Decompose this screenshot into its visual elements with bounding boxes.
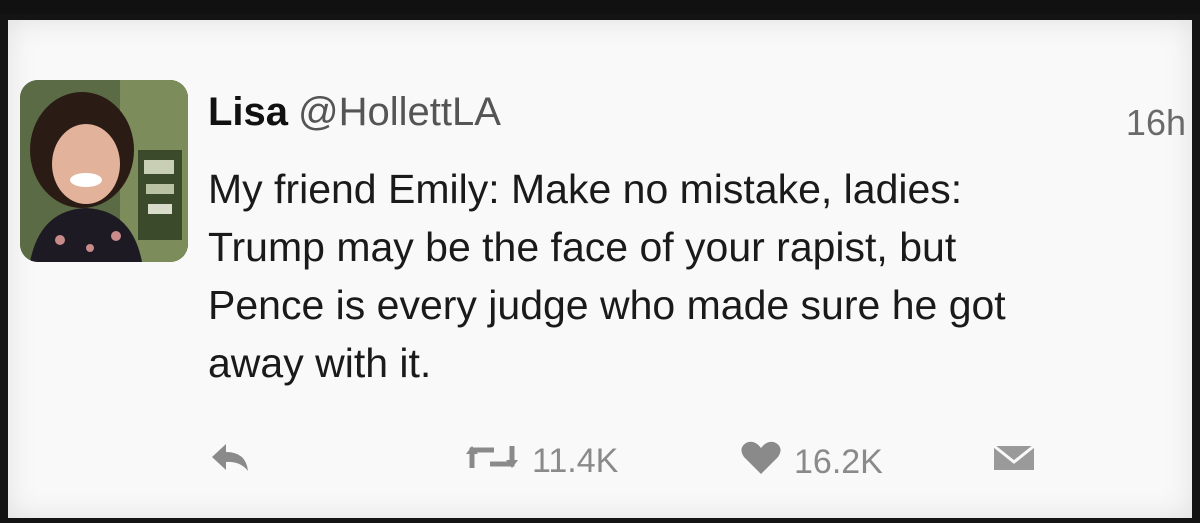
like-button[interactable]: 16.2K [740, 440, 883, 485]
avatar[interactable] [20, 80, 188, 262]
reply-arrow-icon [208, 440, 252, 483]
envelope-icon [990, 440, 1038, 483]
direct-message-button[interactable] [990, 440, 1038, 483]
tweet-text: My friend Emily: Make no mistake, ladies… [208, 160, 1168, 392]
heart-icon [740, 440, 782, 485]
retweet-count: 11.4K [532, 442, 619, 480]
like-count: 16.2K [794, 443, 883, 481]
tweet-text-line: Trump may be the face of your rapist, bu… [208, 224, 957, 270]
timestamp[interactable]: 16h [1126, 102, 1186, 144]
profile-photo [20, 80, 188, 262]
tweet-text-line: Pence is every judge who made sure he go… [208, 282, 1006, 328]
tweet-text-line: away with it. [208, 340, 432, 386]
reply-button[interactable] [208, 440, 252, 483]
user-handle[interactable]: @HollettLA [298, 90, 501, 134]
tweet-card: Lisa @HollettLA 16h My friend Emily: Make… [8, 20, 1192, 518]
tweet-text-line: My friend Emily: Make no mistake, ladies… [208, 166, 963, 212]
retweet-button[interactable]: 11.4K [464, 440, 618, 483]
tweet-header: Lisa @HollettLA [208, 88, 501, 136]
display-name[interactable]: Lisa [208, 90, 288, 134]
retweet-icon [464, 440, 520, 483]
top-border [0, 0, 1200, 14]
